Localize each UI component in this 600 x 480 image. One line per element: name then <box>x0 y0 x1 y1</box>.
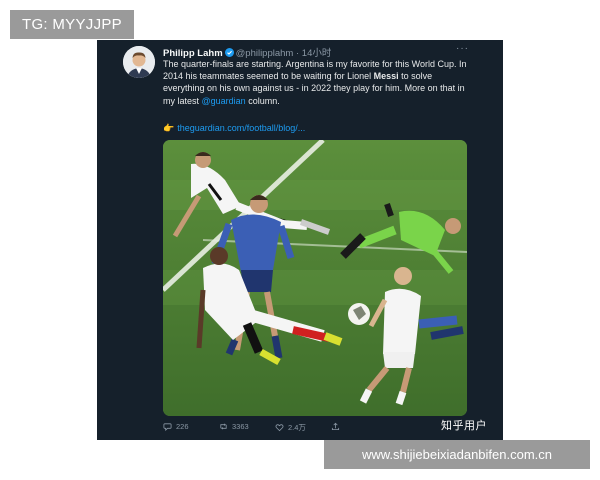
reply-count: 226 <box>176 422 189 431</box>
verified-badge-icon <box>224 48 234 57</box>
tweet-actions: 226 3363 2.4万 <box>163 422 363 434</box>
like-action[interactable]: 2.4万 <box>275 422 306 433</box>
heart-icon <box>275 424 284 432</box>
share-icon <box>331 422 340 431</box>
guardian-mention-link[interactable]: @guardian <box>202 96 246 106</box>
bottom-watermark: www.shijiebeixiadanbifen.com.cn <box>324 440 590 469</box>
article-link[interactable]: theguardian.com/football/blog/... <box>177 123 305 133</box>
tweet-header: Philipp Lahm @philipplahm · 14小时 <box>163 45 331 59</box>
tweet-text-part3: column. <box>245 95 280 106</box>
more-options-icon[interactable]: ··· <box>456 43 469 54</box>
tweet-photo[interactable] <box>163 140 467 416</box>
tweet-text-bold: Messi <box>373 71 399 82</box>
article-link-line: 👉 theguardian.com/football/blog/... <box>163 123 305 134</box>
retweet-action[interactable]: 3363 <box>219 422 249 431</box>
avatar[interactable] <box>123 46 155 78</box>
tweet-card[interactable]: Philipp Lahm @philipplahm · 14小时 ··· The … <box>97 40 503 440</box>
zhihu-watermark: 知乎用户 <box>441 420 487 432</box>
like-count: 2.4万 <box>288 423 306 432</box>
football-match-photo <box>163 140 467 416</box>
reply-icon <box>163 423 172 431</box>
retweet-count: 3363 <box>232 422 249 431</box>
top-watermark: TG: MYYJJPP <box>10 10 134 39</box>
share-action[interactable] <box>331 422 344 431</box>
retweet-icon <box>220 423 227 430</box>
pointing-hand-icon: 👉 <box>163 123 175 133</box>
reply-action[interactable]: 226 <box>163 422 189 431</box>
tweet-text: The quarter-finals are starting. Argenti… <box>163 58 467 107</box>
